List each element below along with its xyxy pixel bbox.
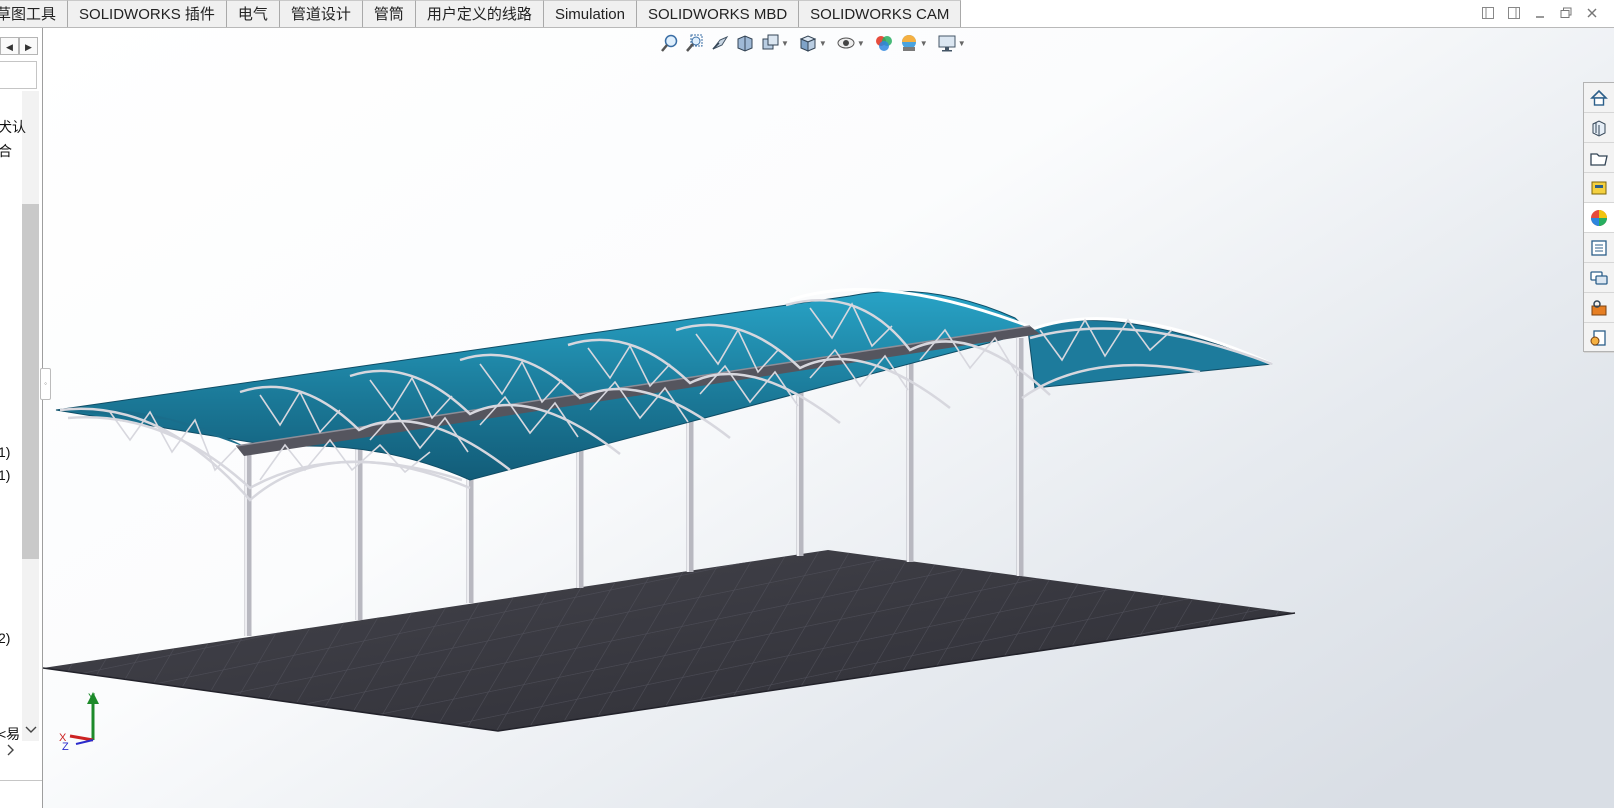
design-checker-icon[interactable] [1584, 323, 1614, 353]
custom-properties-icon[interactable] [1584, 233, 1614, 263]
edit-appearance-icon[interactable] [874, 33, 894, 53]
tab-solidworks-mbd[interactable]: SOLIDWORKS MBD [636, 0, 800, 27]
tree-filter-input[interactable] [0, 61, 37, 89]
command-manager-tabbar: 草图工具 SOLIDWORKS 插件 电气 管道设计 管筒 用户定义的线路 Si… [0, 0, 1614, 28]
tree-item-label[interactable]: 2) [0, 630, 10, 646]
tab-solidworks-addins[interactable]: SOLIDWORKS 插件 [68, 0, 227, 27]
appearances-icon[interactable] [1584, 203, 1614, 233]
dropdown-arrow-icon[interactable]: ▼ [958, 39, 966, 48]
chevron-right-icon[interactable] [6, 744, 16, 759]
tree-item-label[interactable]: <易 [0, 724, 20, 744]
model-scene[interactable]: Y X Z [43, 28, 1614, 808]
graphics-area[interactable]: Y X Z ▼ ▼ ▼ ▼ ▼ [43, 28, 1614, 808]
tree-item-label[interactable]: 1) [0, 467, 10, 483]
tab-piping[interactable]: 管道设计 [279, 0, 363, 27]
tree-item-label[interactable]: 合 [0, 141, 12, 161]
zoom-to-area-icon[interactable] [685, 33, 705, 53]
home-icon[interactable] [1584, 83, 1614, 113]
triad-y-label: Y [88, 692, 96, 704]
scroll-left-button[interactable]: ◀ [0, 37, 19, 55]
toolbox-icon[interactable] [1584, 293, 1614, 323]
dropdown-arrow-icon[interactable]: ▼ [920, 39, 928, 48]
restore-icon[interactable] [1558, 6, 1574, 22]
design-library-icon[interactable] [1584, 143, 1614, 173]
heads-up-view-toolbar: ▼ ▼ ▼ ▼ ▼ [660, 33, 970, 53]
panel-nav-buttons: ◀ ▶ [0, 37, 38, 55]
dropdown-arrow-icon[interactable]: ▼ [781, 39, 789, 48]
chevron-down-icon[interactable] [25, 724, 37, 738]
previous-view-icon[interactable] [710, 33, 730, 53]
view-orientation-icon[interactable] [798, 33, 818, 53]
panel-collapse-handle[interactable]: ◦ [40, 368, 51, 400]
dropdown-arrow-icon[interactable]: ▼ [819, 39, 827, 48]
section-view-icon[interactable] [735, 33, 755, 53]
apply-scene-icon[interactable] [899, 33, 919, 53]
task-pane-tabs [1583, 82, 1614, 353]
tab-simulation[interactable]: Simulation [543, 0, 637, 27]
tree-scrollbar-thumb[interactable] [22, 204, 39, 559]
tab-sketch-tools[interactable]: 草图工具 [0, 0, 69, 27]
dropdown-arrow-icon[interactable]: ▼ [857, 39, 865, 48]
tab-user-defined-routing[interactable]: 用户定义的线路 [415, 0, 544, 27]
resources-icon[interactable] [1584, 113, 1614, 143]
tab-solidworks-cam[interactable]: SOLIDWORKS CAM [799, 0, 962, 27]
view-settings-icon[interactable] [937, 33, 957, 53]
minimize-icon[interactable] [1532, 6, 1548, 22]
zoom-to-fit-icon[interactable] [660, 33, 680, 53]
close-icon[interactable] [1584, 6, 1600, 22]
triad-z-label: Z [62, 741, 69, 753]
tree-item-label[interactable]: 犬认 [0, 117, 26, 137]
command-tabs: 草图工具 SOLIDWORKS 插件 电气 管道设计 管筒 用户定义的线路 Si… [0, 0, 962, 28]
tile-left-icon[interactable] [1480, 6, 1496, 22]
tab-electrical[interactable]: 电气 [226, 0, 280, 27]
tile-right-icon[interactable] [1506, 6, 1522, 22]
tree-item-label[interactable]: 1) [0, 444, 10, 460]
hide-show-icon[interactable] [836, 33, 856, 53]
tab-tubing[interactable]: 管筒 [362, 0, 416, 27]
dynamic-annotation-icon[interactable] [760, 33, 780, 53]
panel-divider [0, 780, 42, 781]
feature-manager-panel: ◀ ▶ 犬认 合 1) 1) 2) <易 [0, 28, 43, 808]
scroll-right-button[interactable]: ▶ [19, 37, 38, 55]
file-explorer-icon[interactable] [1584, 173, 1614, 203]
forum-icon[interactable] [1584, 263, 1614, 293]
window-controls [1480, 6, 1600, 22]
